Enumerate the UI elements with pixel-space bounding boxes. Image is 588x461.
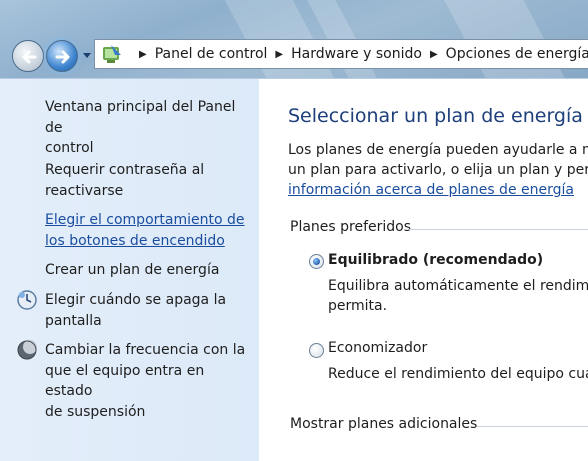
sidebar-item-label: que el equipo entra en estado (45, 362, 205, 400)
back-button[interactable] (12, 40, 44, 72)
sidebar-item-label: Requerir contraseña al (45, 162, 205, 178)
sidebar-item-label: Elegir el comportamiento de (45, 212, 245, 228)
sidebar-item-control-panel-home[interactable]: Ventana principal del Panel de control (45, 97, 255, 159)
breadcrumb-separator[interactable]: ▶ (275, 49, 283, 60)
preferred-plans-label: Planes preferidos (290, 219, 412, 235)
forward-arrow-icon (55, 50, 70, 64)
sidebar-item-power-buttons[interactable]: Elegir el comportamiento de los botones … (45, 210, 255, 251)
power-plans-info-link[interactable]: información acerca de planes de energía (288, 180, 574, 201)
breadcrumb-separator: ▶ (139, 48, 147, 60)
address-bar[interactable]: ▶ Panel de control ▶ Hardware y sonido ▶… (94, 39, 588, 69)
description-text: Los planes de energía pueden ayudarle a … (288, 142, 588, 158)
moon-sleep-icon (17, 340, 37, 360)
balanced-plan-description: permita. (328, 298, 388, 314)
main-content: Seleccionar un plan de energía Los plane… (259, 78, 588, 461)
description-text: un plan para activarlo, o elija un plan … (288, 162, 588, 178)
radio-selected-dot (313, 258, 320, 265)
sidebar-item-label: de suspensión (45, 403, 146, 420)
task-pane: Ventana principal del Panel de control R… (0, 78, 259, 461)
sidebar-item-create-plan[interactable]: Crear un plan de energía (45, 260, 255, 281)
breadcrumb-separator[interactable]: ▶ (430, 49, 438, 60)
power-saver-plan-description: Reduce el rendimiento del equipo cuan (328, 366, 588, 382)
sidebar-item-label: pantalla (45, 312, 102, 329)
power-saver-plan-label[interactable]: Economizador (328, 340, 427, 356)
sidebar-item-label: Ventana principal del Panel de (45, 99, 236, 136)
group-divider (409, 229, 588, 230)
balanced-plan-radio[interactable] (309, 254, 324, 269)
sidebar-item-label: los botones de encendido (45, 232, 225, 249)
breadcrumb-control-panel[interactable]: Panel de control (155, 46, 268, 62)
show-additional-plans-label[interactable]: Mostrar planes adicionales (290, 416, 477, 432)
power-saver-plan-radio[interactable] (309, 343, 324, 358)
sidebar-item-display-off[interactable]: Elegir cuándo se apaga la pantalla (45, 290, 255, 331)
sidebar-item-require-password[interactable]: Requerir contraseña al reactivarse (45, 160, 255, 201)
balanced-plan-description: Equilibra automáticamente el rendimien (328, 278, 588, 294)
forward-button[interactable] (46, 40, 78, 72)
sidebar-item-label: reactivarse (45, 182, 124, 199)
group-divider (477, 426, 588, 427)
chevron-down-icon[interactable] (82, 52, 92, 60)
sidebar-item-sleep-frequency[interactable]: Cambiar la frecuencia con la que el equi… (45, 340, 255, 422)
title-bar: ▶ Panel de control ▶ Hardware y sonido ▶… (0, 0, 588, 78)
display-clock-icon (17, 290, 37, 310)
control-panel-icon (103, 45, 121, 63)
balanced-plan-label[interactable]: Equilibrado (recomendado) (328, 252, 543, 268)
back-arrow-icon (22, 50, 37, 64)
sidebar-item-label: control (45, 140, 94, 156)
sidebar-item-label: Crear un plan de energía (45, 262, 220, 278)
breadcrumb-power-options[interactable]: Opciones de energía (446, 46, 588, 62)
breadcrumb-hardware-sound[interactable]: Hardware y sonido (291, 46, 422, 62)
page-title: Seleccionar un plan de energía (288, 105, 583, 127)
sidebar-item-label: Cambiar la frecuencia con la (45, 342, 246, 358)
sidebar-item-label: Elegir cuándo se apaga la (45, 292, 227, 308)
